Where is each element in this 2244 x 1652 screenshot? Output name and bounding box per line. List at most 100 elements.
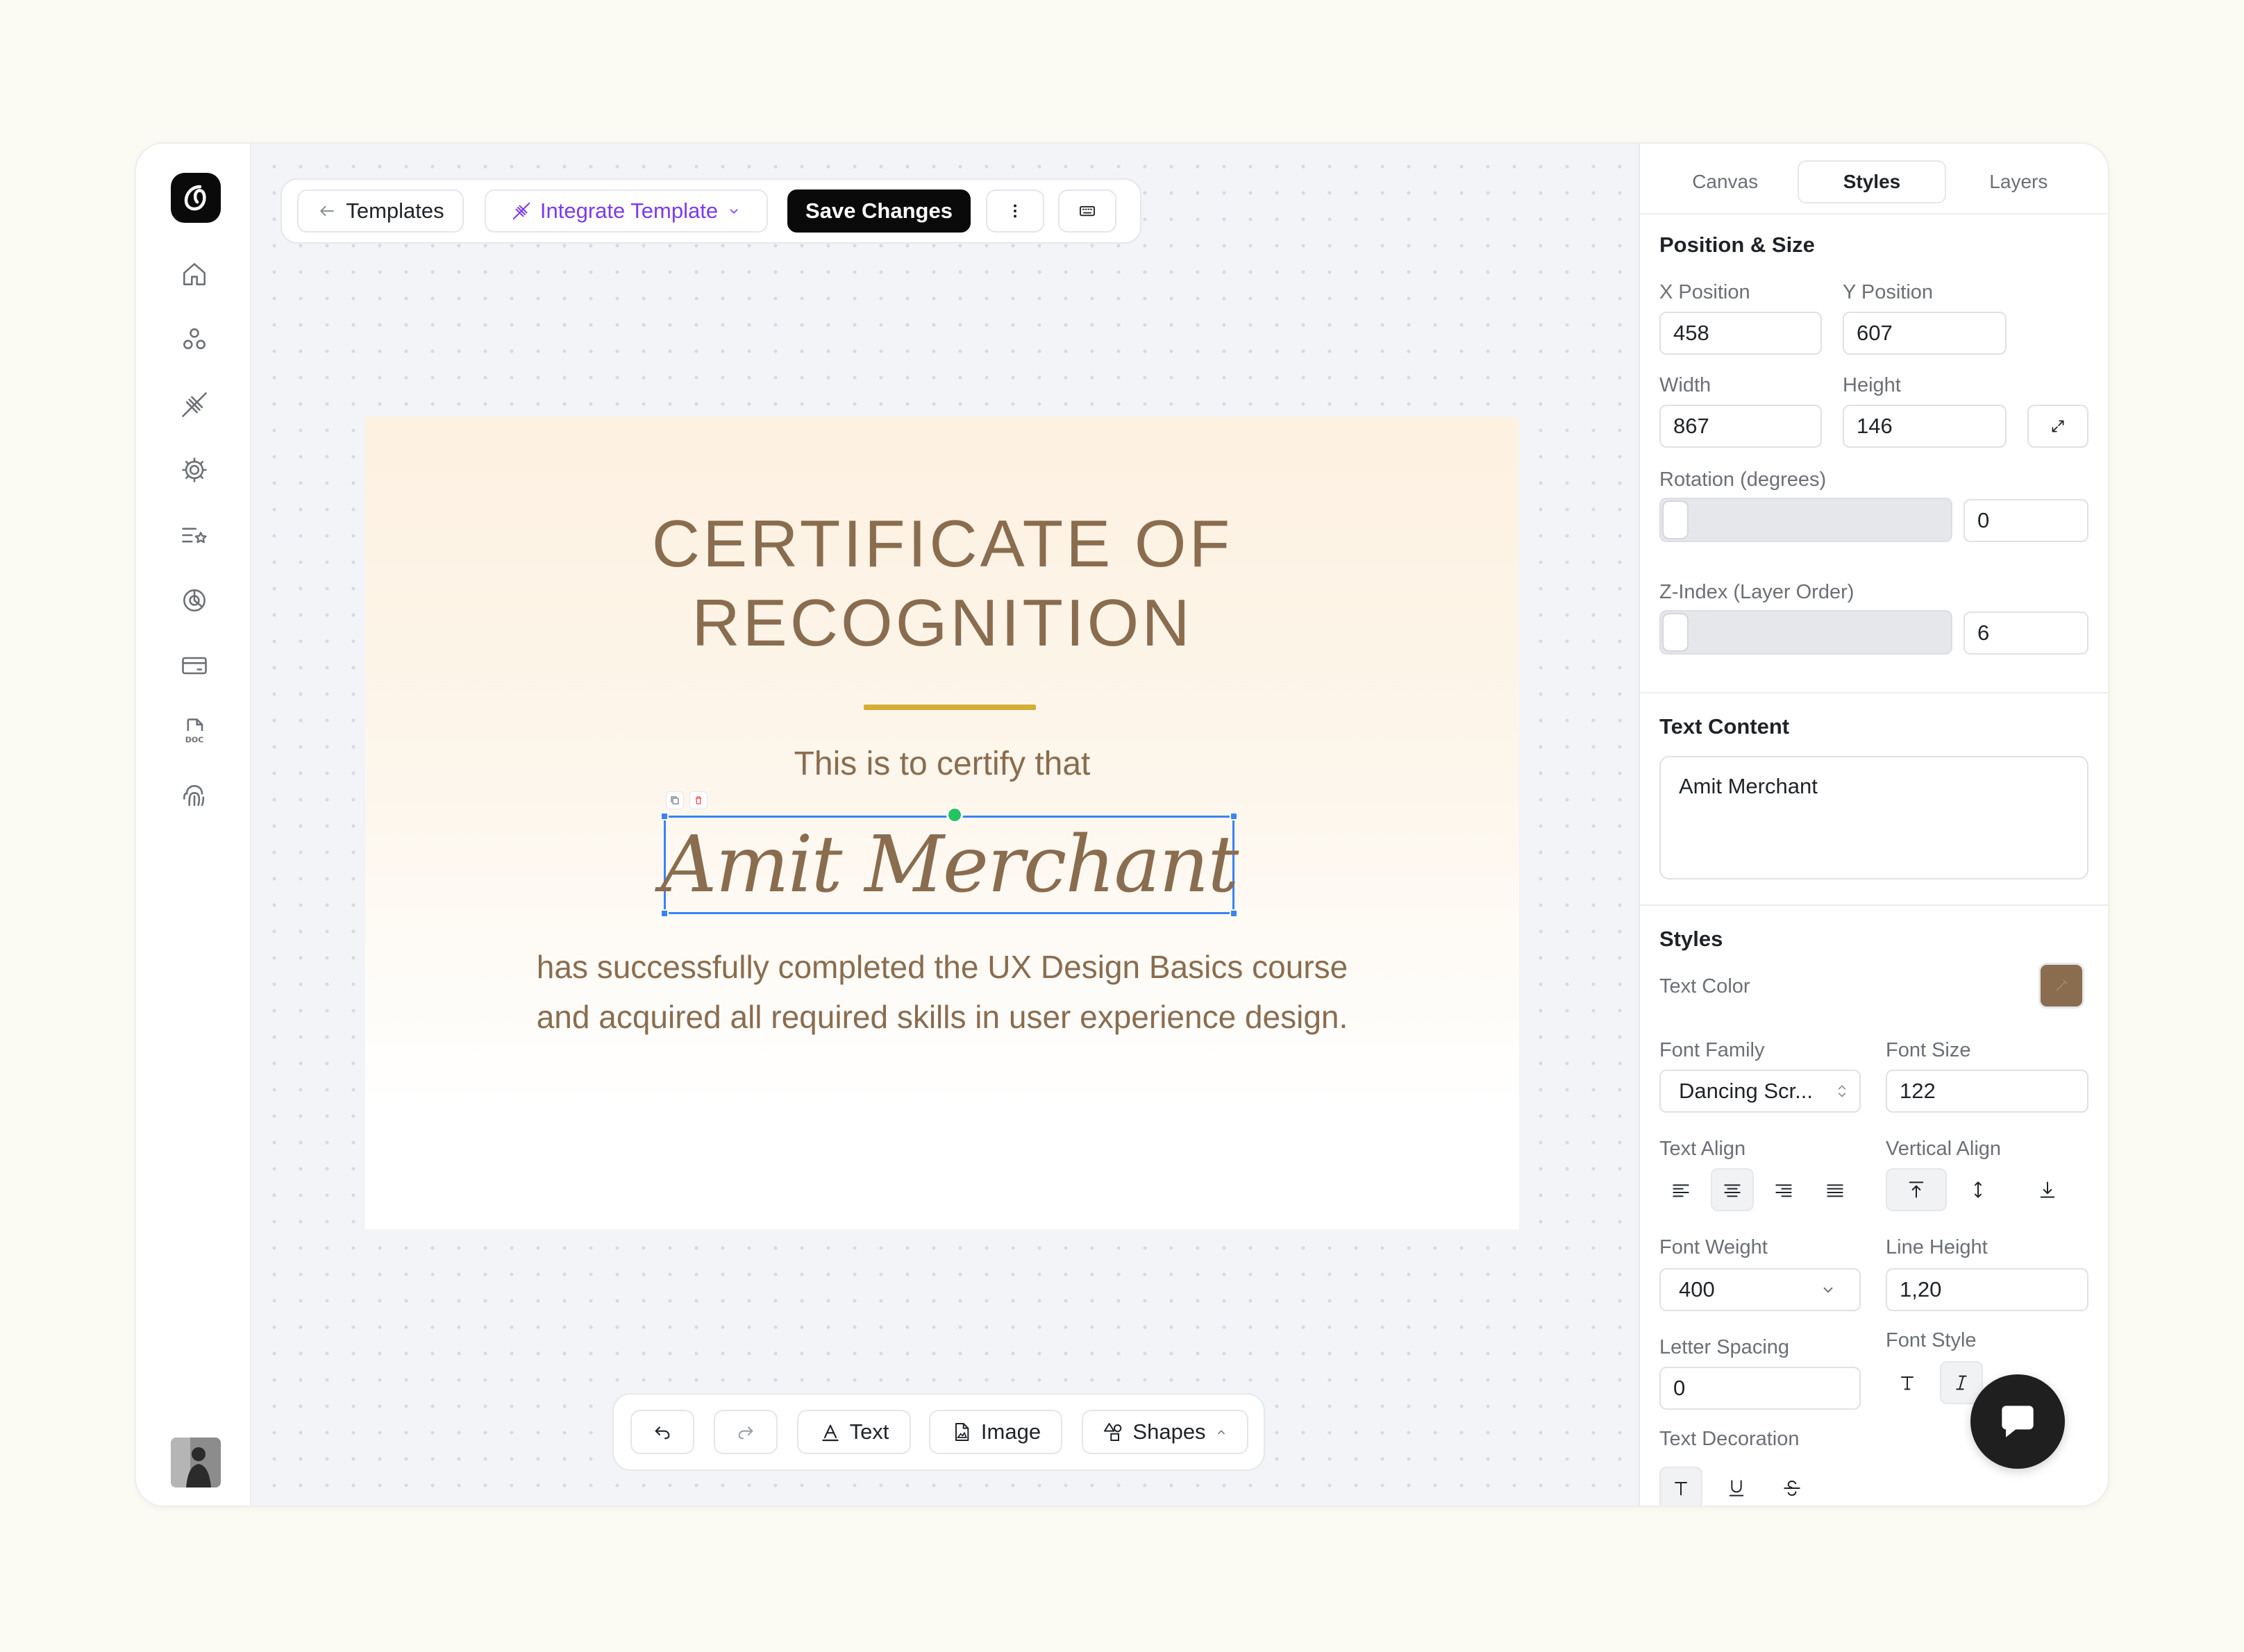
align-bottom-icon xyxy=(2040,1181,2055,1198)
font-style-normal-button[interactable] xyxy=(1886,1361,1929,1404)
top-toolbar: Templates Integrate Template Save Change… xyxy=(280,178,1141,244)
zindex-slider-knob[interactable] xyxy=(1662,613,1689,652)
certificate-divider[interactable] xyxy=(864,705,1036,710)
text-decoration-label: Text Decoration xyxy=(1659,1428,1800,1450)
integrate-template-button[interactable]: Integrate Template xyxy=(485,189,768,233)
height-input[interactable]: 146 xyxy=(1843,405,2007,448)
sidebar-item-analytics[interactable] xyxy=(176,582,212,618)
rotation-slider[interactable] xyxy=(1659,498,1952,542)
letter-spacing-input[interactable]: 0 xyxy=(1659,1367,1861,1410)
save-changes-button[interactable]: Save Changes xyxy=(787,189,971,233)
templates-label: Templates xyxy=(346,199,444,223)
align-right-button[interactable] xyxy=(1762,1168,1805,1211)
align-left-icon xyxy=(1673,1184,1689,1197)
decoration-strikethrough-button[interactable] xyxy=(1770,1467,1814,1506)
width-input[interactable]: 867 xyxy=(1659,405,1822,448)
add-text-button[interactable]: Text xyxy=(797,1410,911,1454)
more-options-button[interactable] xyxy=(986,189,1044,233)
sidebar-item-settings[interactable] xyxy=(176,452,212,488)
decoration-underline-button[interactable] xyxy=(1715,1467,1758,1506)
tabs-divider xyxy=(1640,213,2108,214)
keyboard-shortcuts-button[interactable] xyxy=(1058,189,1116,233)
font-size-input[interactable]: 122 xyxy=(1886,1070,2088,1113)
valign-bottom-button[interactable] xyxy=(2026,1168,2069,1211)
rotation-slider-knob[interactable] xyxy=(1662,500,1689,539)
sidebar-item-components[interactable] xyxy=(176,321,212,357)
bottom-toolbar: Text Image Shapes xyxy=(612,1393,1265,1471)
chevron-up-down-icon xyxy=(1838,1085,1846,1097)
add-image-button[interactable]: Image xyxy=(929,1410,1062,1454)
sidebar-item-reviews[interactable] xyxy=(176,517,212,553)
certificate-body-text[interactable]: has successfully completed the UX Design… xyxy=(365,942,1519,1042)
user-avatar[interactable] xyxy=(171,1438,221,1487)
avatar-portrait-icon xyxy=(171,1438,221,1487)
home-icon xyxy=(183,263,206,285)
certificate-template[interactable]: CERTIFICATE OF RECOGNITION This is to ce… xyxy=(365,417,1519,1229)
expand-diagonal-icon xyxy=(2052,420,2064,432)
x-position-input[interactable]: 458 xyxy=(1659,312,1822,355)
plug-icon xyxy=(182,392,207,417)
chat-icon xyxy=(2002,1406,2034,1438)
back-to-templates-button[interactable]: Templates xyxy=(297,189,464,233)
line-height-input[interactable]: 1,20 xyxy=(1886,1268,2088,1311)
sidebar-item-documents[interactable]: DOC xyxy=(176,713,212,749)
font-family-label: Font Family xyxy=(1659,1039,1765,1061)
undo-button[interactable] xyxy=(630,1410,694,1454)
text-content-title: Text Content xyxy=(1659,714,1790,739)
app-logo[interactable] xyxy=(171,173,221,223)
align-center-button[interactable] xyxy=(1711,1168,1754,1211)
tab-styles[interactable]: Styles xyxy=(1798,160,1946,203)
selected-text-element[interactable]: Amit Merchant xyxy=(660,791,1239,918)
font-weight-select[interactable]: 400 xyxy=(1659,1268,1861,1311)
certify-text[interactable]: This is to certify that xyxy=(365,745,1519,783)
line-height-label: Line Height xyxy=(1886,1236,1988,1258)
lock-aspect-button[interactable] xyxy=(2027,405,2088,448)
shapes-icon xyxy=(1104,1423,1122,1441)
align-justify-button[interactable] xyxy=(1814,1168,1857,1211)
valign-top-button[interactable] xyxy=(1886,1168,1947,1211)
rotation-input[interactable]: 0 xyxy=(1963,499,2088,542)
doc-file-icon: DOC xyxy=(185,718,203,745)
delete-element-button[interactable] xyxy=(689,791,707,809)
certificate-title[interactable]: CERTIFICATE OF RECOGNITION xyxy=(365,505,1519,663)
sidebar-item-integrations[interactable] xyxy=(176,387,212,423)
credit-card-icon xyxy=(182,657,207,675)
sidebar-item-billing[interactable] xyxy=(176,648,212,684)
editor-canvas[interactable]: Templates Integrate Template Save Change… xyxy=(251,144,1776,1506)
valign-middle-button[interactable] xyxy=(1957,1168,2000,1211)
gear-icon xyxy=(182,457,207,482)
redo-button[interactable] xyxy=(714,1410,778,1454)
text-color-swatch[interactable] xyxy=(2038,963,2084,1009)
height-label: Height xyxy=(1843,374,1901,396)
undo-icon xyxy=(655,1426,670,1440)
zindex-input[interactable]: 6 xyxy=(1963,612,2088,655)
sidebar-item-security[interactable] xyxy=(176,778,212,814)
more-vertical-icon xyxy=(1014,204,1016,218)
duplicate-element-button[interactable] xyxy=(666,791,684,809)
tab-canvas[interactable]: Canvas xyxy=(1652,160,1798,203)
font-family-value: Dancing Scr... xyxy=(1679,1079,1813,1103)
chevron-down-icon xyxy=(730,209,738,214)
align-left-button[interactable] xyxy=(1659,1168,1702,1211)
strikethrough-icon xyxy=(1784,1480,1800,1497)
body-line-1: has successfully completed the UX Design… xyxy=(536,949,1348,985)
support-chat-button[interactable] xyxy=(1970,1374,2065,1469)
copy-icon xyxy=(671,796,679,804)
y-position-label: Y Position xyxy=(1843,281,1934,303)
element-mini-toolbar xyxy=(666,791,707,811)
add-shapes-button[interactable]: Shapes xyxy=(1082,1410,1248,1454)
certificate-title-line-1: CERTIFICATE OF xyxy=(651,507,1233,581)
text-tool-icon xyxy=(821,1424,839,1442)
list-star-icon xyxy=(182,528,207,543)
underline-icon xyxy=(1729,1480,1744,1497)
decoration-none-button[interactable] xyxy=(1659,1467,1702,1506)
italic-icon xyxy=(1956,1375,1967,1390)
font-family-select[interactable]: Dancing Scr... xyxy=(1659,1070,1861,1113)
y-position-input[interactable]: 607 xyxy=(1843,312,2007,355)
text-align-label: Text Align xyxy=(1659,1138,1746,1160)
sidebar-item-home[interactable] xyxy=(176,256,212,292)
tab-layers[interactable]: Layers xyxy=(1946,160,2091,203)
zindex-slider[interactable] xyxy=(1659,610,1952,655)
save-changes-label: Save Changes xyxy=(805,199,953,223)
text-content-textarea[interactable]: Amit Merchant xyxy=(1659,756,2088,879)
